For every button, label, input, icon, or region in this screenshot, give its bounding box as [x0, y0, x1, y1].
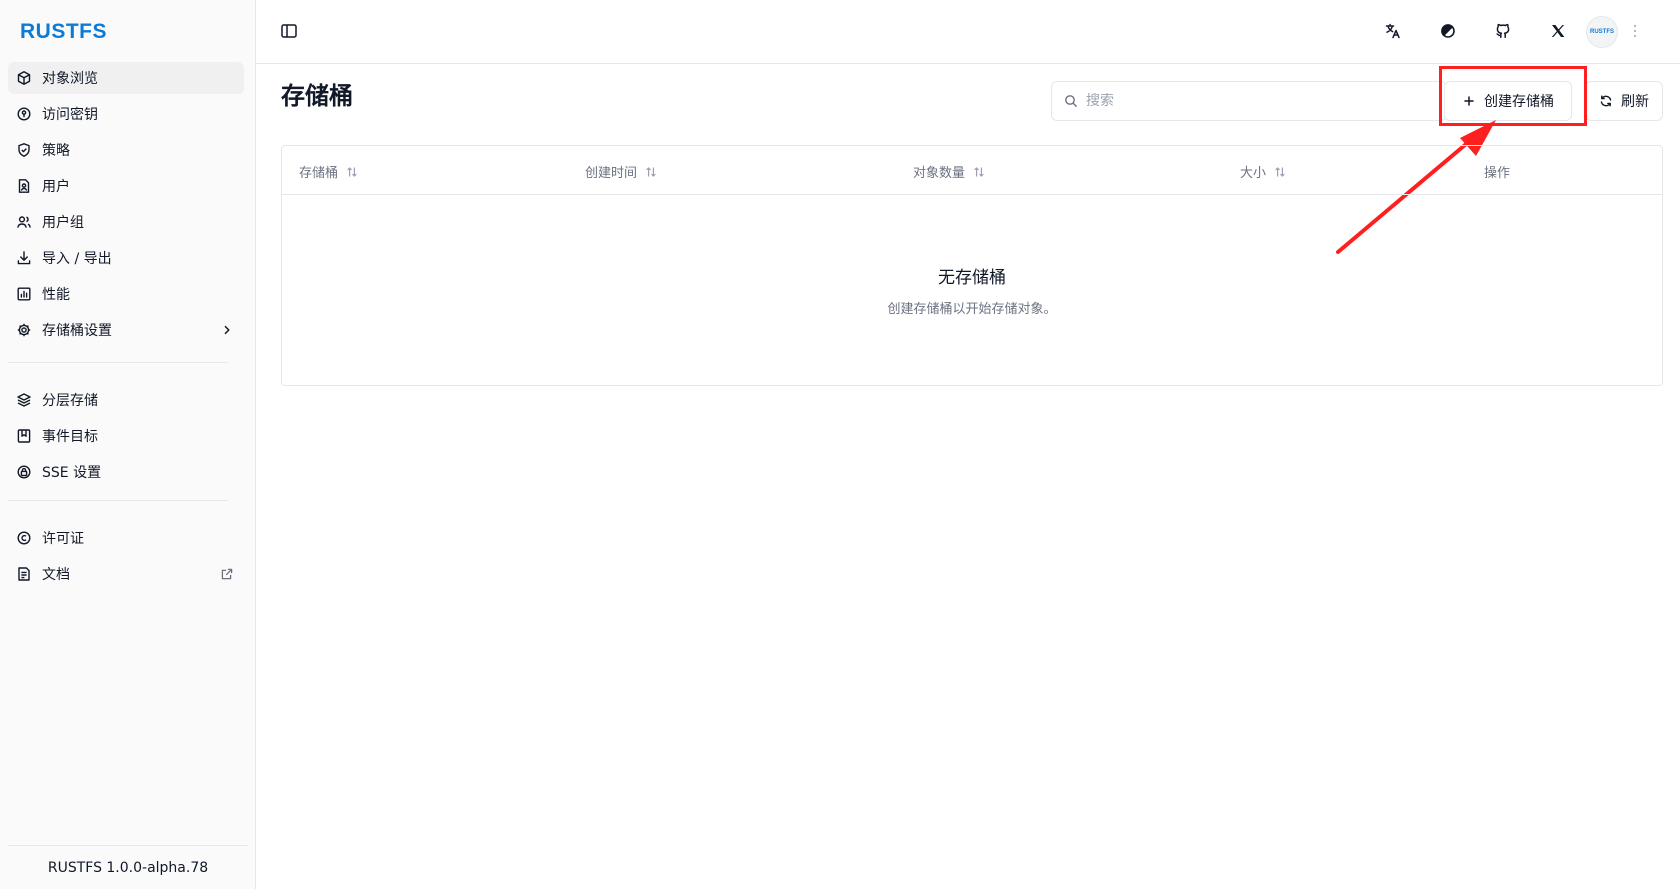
- x-logo-icon[interactable]: [1549, 22, 1567, 40]
- empty-state-title: 无存储桶: [938, 268, 1006, 288]
- sort-icon: [974, 166, 984, 177]
- sidebar-item-performance[interactable]: 性能: [8, 278, 244, 310]
- buckets-table: 存储桶 创建时间 对象数量 大小 操作 无存储桶 创建存储桶以开始存储对象。: [281, 145, 1663, 386]
- refresh-icon: [1600, 95, 1612, 107]
- table-header: 存储桶 创建时间 对象数量 大小 操作: [282, 146, 1662, 195]
- sidebar-item-label: 访问密钥: [42, 107, 98, 123]
- rustfs-logo[interactable]: RUSTFS: [20, 20, 107, 44]
- sidebar-item-import-export[interactable]: 导入 / 导出: [8, 242, 244, 274]
- search-box[interactable]: [1051, 81, 1447, 121]
- search-input[interactable]: [1086, 93, 1446, 109]
- create-bucket-label: 创建存储桶: [1484, 94, 1554, 110]
- github-icon[interactable]: [1494, 22, 1512, 40]
- sidebar-item-label: 对象浏览: [42, 71, 98, 87]
- sidebar-item-label: 导入 / 导出: [42, 251, 112, 267]
- user-file-icon: [16, 178, 32, 194]
- sidebar-nav: 对象浏览 访问密钥 策略 用户 用户组 导入 / 导出 性能 存储桶设置: [8, 62, 244, 350]
- cube-icon: [16, 70, 32, 86]
- layers-icon: [16, 392, 32, 408]
- sidebar-item-label: 用户组: [42, 215, 84, 231]
- plus-icon: [1464, 96, 1474, 106]
- sidebar-item-label: 分层存储: [42, 393, 98, 409]
- refresh-label: 刷新: [1621, 94, 1649, 110]
- sidebar-item-label: SSE 设置: [42, 465, 102, 481]
- chart-icon: [16, 286, 32, 302]
- column-header-size[interactable]: 大小: [1240, 162, 1286, 181]
- sidebar-item-license[interactable]: 许可证: [8, 522, 244, 554]
- sort-icon: [347, 166, 357, 177]
- bookmark-icon: [16, 428, 32, 444]
- external-link-icon: [220, 567, 234, 581]
- sidebar-item-label: 文档: [42, 567, 70, 583]
- sidebar-divider: [8, 500, 228, 501]
- key-icon: [16, 106, 32, 122]
- avatar[interactable]: RUSTFS: [1586, 16, 1618, 48]
- page-title: 存储桶: [281, 82, 353, 110]
- sidebar-item-users[interactable]: 用户: [8, 170, 244, 202]
- app-root: RUSTFS 对象浏览 访问密钥 策略 用户 用户组 导入 / 导出 性能 存储…: [0, 0, 1680, 889]
- sidebar-item-docs[interactable]: 文档: [8, 558, 244, 590]
- sidebar-item-label: 策略: [42, 143, 70, 159]
- sidebar-item-tiering[interactable]: 分层存储: [8, 384, 244, 416]
- column-header-created[interactable]: 创建时间: [585, 162, 657, 181]
- refresh-button[interactable]: 刷新: [1585, 81, 1663, 121]
- shield-icon: [16, 142, 32, 158]
- sidebar-divider: [8, 362, 228, 363]
- version-footer: RUSTFS 1.0.0-alpha.78: [8, 845, 248, 889]
- lock-icon: [16, 464, 32, 480]
- column-header-bucket[interactable]: 存储桶: [299, 162, 358, 181]
- sort-icon: [1275, 166, 1285, 177]
- sidebar-item-sse-settings[interactable]: SSE 设置: [8, 456, 244, 488]
- search-icon: [1065, 95, 1077, 107]
- sidebar-item-user-groups[interactable]: 用户组: [8, 206, 244, 238]
- users-icon: [16, 214, 32, 230]
- sidebar-nav-tertiary: 许可证 文档: [8, 522, 244, 594]
- copyright-icon: [16, 530, 32, 546]
- sidebar-toggle-icon[interactable]: [280, 22, 298, 40]
- sidebar-item-label: 存储桶设置: [42, 323, 112, 339]
- sidebar-item-label: 事件目标: [42, 429, 98, 445]
- sidebar-nav-secondary: 分层存储 事件目标 SSE 设置: [8, 384, 244, 492]
- create-bucket-button[interactable]: 创建存储桶: [1444, 81, 1572, 121]
- column-header-object-count[interactable]: 对象数量: [913, 162, 985, 181]
- theme-icon[interactable]: [1439, 22, 1457, 40]
- doc-icon: [16, 566, 32, 582]
- empty-state-description: 创建存储桶以开始存储对象。: [887, 302, 1057, 317]
- sidebar-item-access-keys[interactable]: 访问密钥: [8, 98, 244, 130]
- more-vertical-icon[interactable]: [1632, 23, 1638, 39]
- top-bar: RUSTFS: [256, 0, 1680, 64]
- sidebar-item-label: 用户: [42, 179, 70, 195]
- sidebar-item-label: 许可证: [42, 531, 84, 547]
- sidebar-item-object-browser[interactable]: 对象浏览: [8, 62, 244, 94]
- download-icon: [16, 250, 32, 266]
- column-header-actions: 操作: [1484, 166, 1511, 181]
- sidebar-item-label: 性能: [42, 287, 70, 303]
- sort-icon: [646, 166, 656, 177]
- sidebar: RUSTFS 对象浏览 访问密钥 策略 用户 用户组 导入 / 导出 性能 存储…: [0, 0, 256, 889]
- gear-icon: [16, 322, 32, 338]
- sidebar-item-policies[interactable]: 策略: [8, 134, 244, 166]
- translate-icon[interactable]: [1384, 22, 1402, 40]
- sidebar-item-event-targets[interactable]: 事件目标: [8, 420, 244, 452]
- chevron-right-icon: [220, 323, 234, 337]
- sidebar-item-bucket-settings[interactable]: 存储桶设置: [8, 314, 244, 346]
